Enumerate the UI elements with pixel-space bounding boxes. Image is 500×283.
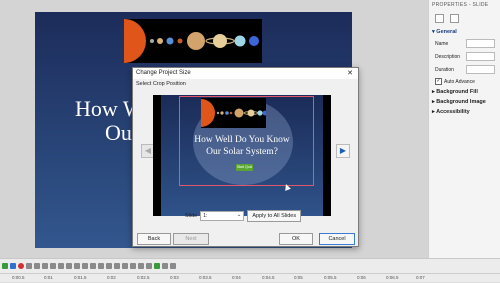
tick-label: 0:05.5	[324, 275, 337, 280]
properties-title: PROPERTIES - SLIDE	[432, 2, 489, 8]
tick-label: 0:01.5	[74, 275, 87, 280]
play-icon[interactable]	[2, 263, 8, 269]
tool-icon[interactable]	[146, 263, 152, 269]
tool-icon[interactable]	[42, 263, 48, 269]
next-arrow-icon[interactable]: ▶	[336, 144, 350, 158]
ok-button[interactable]: OK	[279, 233, 313, 245]
timeline-toolbar	[0, 259, 500, 273]
crop-selection[interactable]	[179, 96, 314, 186]
tick-label: 0:00.5	[12, 275, 25, 280]
slide-title-line2: Ou	[105, 120, 132, 145]
timeline-panel: 0:00.5 0:01 0:01.5 0:02 0:02.5 0:03 0:03…	[0, 258, 500, 282]
tool-icon[interactable]	[114, 263, 120, 269]
planets-image	[124, 19, 262, 63]
properties-panel: PROPERTIES - SLIDE ▾ General Name Descri…	[428, 0, 500, 258]
tick-label: 0:04	[232, 275, 241, 280]
dialog-title: Change Project Size	[133, 68, 358, 79]
section-general[interactable]: ▾ General	[429, 27, 500, 37]
tick-label: 0:06.5	[386, 275, 399, 280]
tick-label: 0:04.5	[262, 275, 275, 280]
stop-icon[interactable]	[10, 263, 16, 269]
tool-icon[interactable]	[98, 263, 104, 269]
tool-icon[interactable]	[90, 263, 96, 269]
tool-icon[interactable]	[66, 263, 72, 269]
name-label: Name	[435, 40, 449, 47]
duration-field[interactable]	[465, 65, 495, 74]
description-field[interactable]	[465, 52, 495, 61]
tool-icon[interactable]	[130, 263, 136, 269]
tick-label: 0:07	[416, 275, 425, 280]
description-label: Description	[435, 53, 461, 60]
tool-icon[interactable]	[138, 263, 144, 269]
change-project-size-dialog: Change Project Size ✕ Select Crop Positi…	[132, 67, 359, 247]
auto-advance-checkbox[interactable]: ✓	[435, 78, 442, 85]
tool-icon[interactable]	[106, 263, 112, 269]
duration-label: Duration	[435, 66, 454, 73]
record-icon[interactable]	[18, 263, 24, 269]
back-button[interactable]: Back	[137, 233, 171, 245]
tool-icon[interactable]	[154, 263, 160, 269]
tick-label: 0:02.5	[137, 275, 150, 280]
tick-label: 0:03.5	[199, 275, 212, 280]
slide-properties-icon[interactable]	[435, 14, 444, 23]
section-background-image[interactable]: ▸ Background Image	[429, 97, 500, 107]
slide-select[interactable]: 1:	[200, 211, 245, 221]
slide-label: Slide	[185, 213, 198, 219]
cancel-button[interactable]: Cancel	[319, 233, 355, 245]
timeline-ruler[interactable]: 0:00.5 0:01 0:01.5 0:02 0:02.5 0:03 0:03…	[0, 273, 500, 283]
tool-icon[interactable]	[58, 263, 64, 269]
next-button[interactable]: Next	[173, 233, 209, 245]
zoom-out-icon[interactable]	[34, 263, 40, 269]
section-background-fill[interactable]: ▸ Background Fill	[429, 87, 500, 97]
tool-icon[interactable]	[74, 263, 80, 269]
tool-icon[interactable]	[122, 263, 128, 269]
name-field[interactable]	[465, 39, 495, 48]
dialog-subtitle: Select Crop Position	[136, 81, 186, 87]
layout-icon[interactable]	[450, 14, 459, 23]
tick-label: 0:03	[170, 275, 179, 280]
preview-slide: How Well Do You Know Our Solar System? S…	[161, 95, 323, 216]
auto-advance-label: Auto Advance	[444, 78, 475, 85]
section-accessibility[interactable]: ▸ Accessibility	[429, 107, 500, 117]
crop-preview: How Well Do You Know Our Solar System? S…	[153, 95, 331, 216]
close-icon[interactable]: ✕	[347, 69, 353, 77]
tick-label: 0:02	[107, 275, 116, 280]
tick-label: 0:05	[294, 275, 303, 280]
tool-icon[interactable]	[50, 263, 56, 269]
apply-to-all-slides-button[interactable]: Apply to All Slides	[247, 210, 302, 222]
tool-icon[interactable]	[162, 263, 168, 269]
tick-label: 0:01	[44, 275, 53, 280]
tick-label: 0:06	[357, 275, 366, 280]
tool-icon[interactable]	[170, 263, 176, 269]
zoom-in-icon[interactable]	[26, 263, 32, 269]
tool-icon[interactable]	[82, 263, 88, 269]
